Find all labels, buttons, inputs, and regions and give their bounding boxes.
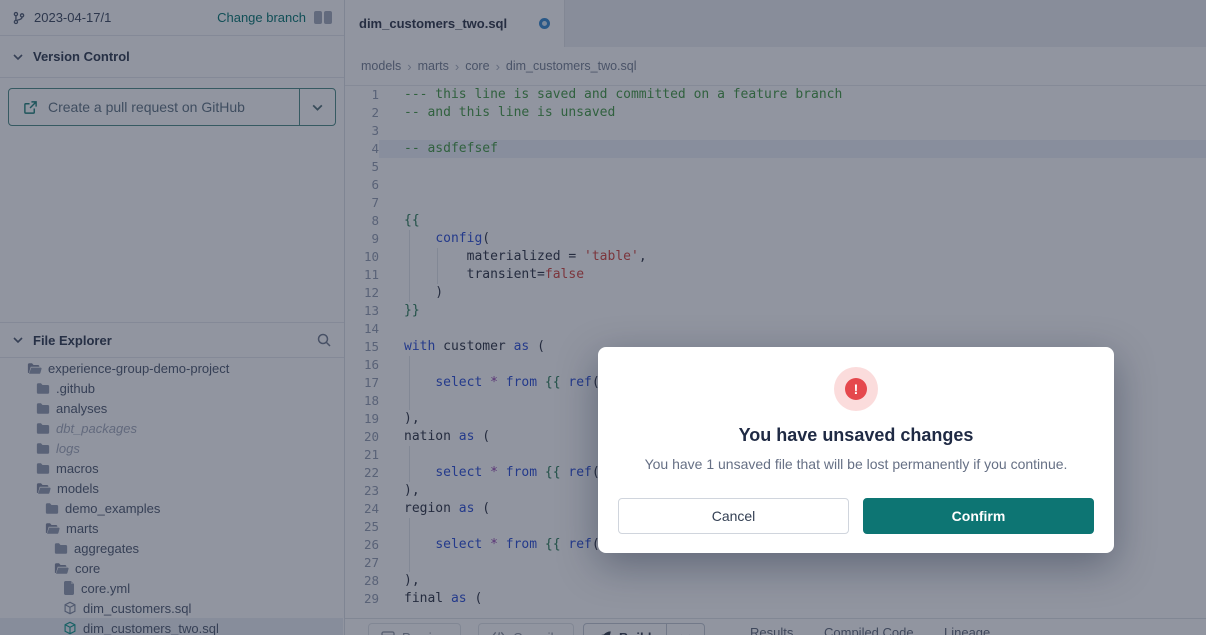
modal-title: You have unsaved changes xyxy=(739,425,974,446)
dbt-cloud-ide: 2023-04-17/1 Change branch Version Contr… xyxy=(0,0,1206,635)
unsaved-changes-modal: ! You have unsaved changes You have 1 un… xyxy=(598,347,1114,553)
cancel-button[interactable]: Cancel xyxy=(618,498,849,534)
alert-icon: ! xyxy=(834,367,878,411)
confirm-button[interactable]: Confirm xyxy=(863,498,1094,534)
exclamation-icon: ! xyxy=(845,378,867,400)
modal-body-text: You have 1 unsaved file that will be los… xyxy=(645,456,1068,472)
modal-actions: Cancel Confirm xyxy=(618,498,1094,534)
